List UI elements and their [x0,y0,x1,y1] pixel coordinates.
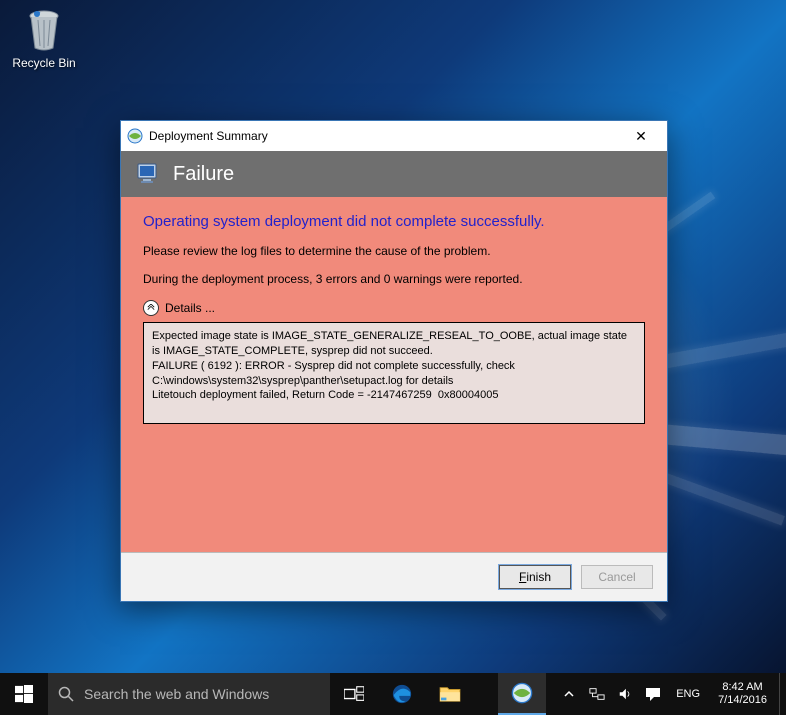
windows-logo-icon [15,685,33,703]
close-button[interactable]: ✕ [621,124,661,148]
error-headline: Operating system deployment did not comp… [143,213,645,230]
taskbar-separator [474,673,498,715]
taskbar-search[interactable]: Search the web and Windows [48,673,330,715]
dialog-header: Failure [121,151,667,197]
titlebar[interactable]: Deployment Summary ✕ [121,121,667,151]
desktop-icon-recycle-bin[interactable]: Recycle Bin [6,6,82,70]
dialog-button-row: Finish Cancel [121,553,667,601]
header-title: Failure [173,163,234,186]
language-indicator[interactable]: ENG [672,688,704,700]
details-label-text: Details ... [165,301,215,315]
taskbar-clock[interactable]: 8:42 AM 7/14/2016 [714,681,771,707]
taskbar-app-deployment-active[interactable] [498,673,546,715]
deployment-summary-dialog: Deployment Summary ✕ Failure Operating s… [120,120,668,602]
app-icon [127,128,143,144]
details-textbox[interactable]: Expected image state is IMAGE_STATE_GENE… [143,322,645,424]
taskbar-app-edge[interactable] [378,673,426,715]
cancel-button: Cancel [581,565,653,589]
review-instruction: Please review the log files to determine… [143,244,645,258]
window-title: Deployment Summary [149,129,621,143]
dialog-content: Operating system deployment did not comp… [121,197,667,553]
volume-icon[interactable] [616,685,634,703]
details-toggle[interactable]: Details ... [143,300,645,316]
recycle-bin-icon [20,6,68,54]
start-button[interactable] [0,673,48,715]
task-view-button[interactable] [330,673,378,715]
network-icon[interactable] [588,685,606,703]
clock-time: 8:42 AM [718,681,767,694]
action-center-icon[interactable] [644,685,662,703]
clock-date: 7/14/2016 [718,694,767,707]
taskbar: Search the web and Windows [0,673,786,715]
desktop[interactable]: Recycle Bin Deployment Summary ✕ [0,0,786,673]
tray-overflow-button[interactable] [560,685,578,703]
show-desktop-button[interactable] [779,673,786,715]
task-view-icon [344,686,364,702]
search-placeholder: Search the web and Windows [84,686,269,702]
close-icon: ✕ [635,128,647,144]
search-icon [48,686,84,702]
desktop-icon-label: Recycle Bin [6,56,82,70]
computer-icon [135,160,163,188]
taskbar-app-file-explorer[interactable] [426,673,474,715]
error-stats: During the deployment process, 3 errors … [143,272,645,286]
finish-button[interactable]: Finish [499,565,571,589]
app-icon [511,682,533,704]
chevron-up-icon [143,300,159,316]
system-tray: ENG 8:42 AM 7/14/2016 [552,673,779,715]
folder-icon [439,685,461,703]
edge-icon [391,683,413,705]
finish-label-rest: inish [526,570,551,584]
